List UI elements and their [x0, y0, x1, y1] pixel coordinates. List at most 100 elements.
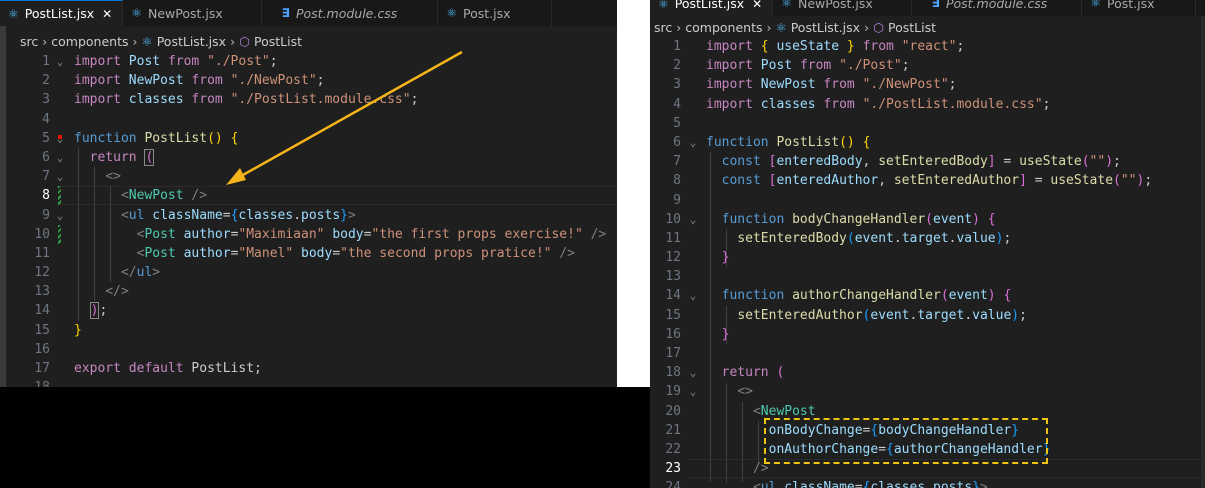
code-line: 12 </ul>	[34, 265, 161, 281]
code-line: 10 ⌄ function bodyChangeHandler(event) {	[650, 210, 1205, 229]
code-line: 14 ⌄ function authorChangeHandler(event) …	[650, 286, 1205, 305]
tab-label: PostList.jsx	[674, 0, 745, 11]
code-line: 21 onBodyChange={bodyChangeHandler}	[665, 422, 1020, 438]
react-icon: ⚛	[781, 0, 792, 10]
react-icon: ⚛	[1090, 0, 1102, 10]
left-editor-pane: ⚛ PostList.jsx ✕ ⚛ NewPost.jsx ∃ Post.module…	[0, 0, 617, 387]
breadcrumb-item[interactable]: src	[20, 34, 38, 49]
tab-post[interactable]: ⚛ Post.jsx	[438, 0, 552, 26]
code-line: 7 const [enteredBody, setEnteredBody] = …	[673, 154, 1121, 170]
tab-label: PostList.jsx	[24, 6, 95, 21]
code-line: 2 import Post from "./Post";	[673, 58, 910, 74]
code-line: 1 ⌄ import Post from "./Post";	[0, 52, 617, 71]
code-line: 9	[673, 192, 681, 208]
symbol-method-icon: ⬡	[239, 33, 250, 49]
chevron-right-icon: ›	[42, 33, 48, 49]
code-line: 5 ⌄ function PostList() {	[0, 129, 617, 148]
code-line: 18 ⌄ return (	[650, 363, 1205, 382]
breadcrumb: src › components › ⚛ PostList.jsx › ⬡ PostLis…	[650, 17, 1205, 37]
code-line: 8 const [enteredAuthor, setEnteredAuthor…	[673, 173, 1153, 189]
code-line: 18	[0, 378, 617, 387]
tab-label: Post.module.css	[295, 5, 398, 21]
code-line: 10 <Post author="Maximiaan" body="the fi…	[34, 226, 607, 242]
chevron-down-icon[interactable]: ⌄	[687, 133, 699, 152]
code-line: 6 ⌄ function PostList() {	[650, 133, 1205, 152]
react-icon: ⚛	[658, 0, 669, 11]
breadcrumb-item[interactable]: src	[654, 20, 672, 35]
window-gap	[617, 0, 650, 387]
code-line: 15 setEnteredAuthor(event.target.value);	[665, 307, 1027, 323]
symbol-method-icon: ⬡	[873, 19, 884, 35]
chevron-down-icon[interactable]: ⌄	[687, 286, 699, 305]
chevron-right-icon: ›	[766, 19, 772, 35]
chevron-down-icon[interactable]: ⌄	[54, 52, 66, 71]
right-tab-bar: ⚛ PostList.jsx ✕ ⚛ NewPost.jsx ∃ Post.module…	[650, 0, 1205, 16]
code-line: 3 import classes from "./PostList.module.…	[42, 92, 419, 108]
tab-label: Post.jsx	[1107, 0, 1155, 11]
tab-post-module-css[interactable]: ∃ Post.module.css	[261, 0, 439, 26]
code-line: 20 <NewPost	[665, 403, 816, 419]
tab-newpost[interactable]: ⚛ NewPost.jsx	[123, 0, 262, 26]
chevron-down-icon[interactable]: ⌄	[687, 363, 699, 382]
tab-post[interactable]: ⚛ Post.jsx	[1082, 0, 1196, 16]
code-editor[interactable]: 1 import { useState } from "react"; 2 impo…	[650, 37, 1205, 488]
react-icon: ⚛	[141, 33, 153, 49]
chevron-right-icon: ›	[864, 19, 870, 35]
tab-post-module-css[interactable]: ∃ Post.module.css	[911, 0, 1083, 16]
close-icon[interactable]: ✕	[102, 7, 112, 21]
breadcrumb-item[interactable]: components	[51, 34, 128, 49]
code-line: 17 export default PostList;	[34, 361, 262, 376]
react-icon: ⚛	[131, 6, 142, 20]
empty-black-area	[0, 387, 650, 488]
breadcrumb-item[interactable]: PostList	[888, 20, 936, 35]
code-editor[interactable]: 1 ⌄ import Post from "./Post"; 2 import New…	[0, 52, 617, 387]
code-line: 15}	[34, 322, 82, 338]
breadcrumb: src › components › ⚛ PostList.jsx › ⬡ PostLis…	[0, 31, 617, 51]
code-line: 13	[665, 269, 681, 285]
code-line: 11 setEnteredBody(event.target.value);	[665, 230, 1012, 246]
tab-postlist[interactable]: ⚛ PostList.jsx ✕	[0, 0, 124, 26]
code-line: 13 </>	[34, 284, 129, 300]
code-line: 12 }	[665, 250, 730, 266]
close-icon[interactable]: ✕	[752, 0, 762, 11]
css-icon: ∃	[931, 0, 940, 10]
breadcrumb-item[interactable]: PostList.jsx	[157, 34, 226, 49]
tab-label: Post.module.css	[945, 0, 1048, 11]
chevron-down-icon[interactable]: ⌄	[687, 382, 699, 401]
left-tab-bar: ⚛ PostList.jsx ✕ ⚛ NewPost.jsx ∃ Post.module…	[0, 0, 617, 26]
tab-newpost[interactable]: ⚛ NewPost.jsx	[773, 0, 912, 16]
code-line: 22 onAuthorChange={authorChangeHandler}	[665, 441, 1051, 457]
chevron-down-icon[interactable]: ⌄	[54, 206, 66, 225]
breadcrumb-item[interactable]: PostList	[254, 34, 302, 49]
chevron-down-icon[interactable]: ⌄	[687, 478, 699, 488]
react-icon: ⚛	[775, 19, 787, 35]
chevron-right-icon: ›	[676, 19, 682, 35]
code-line: 2 import NewPost from "./NewPost";	[42, 73, 325, 89]
tab-postlist[interactable]: ⚛ PostList.jsx ✕	[650, 0, 774, 16]
code-line: 8 <NewPost />	[42, 188, 208, 204]
chevron-down-icon[interactable]: ⌄	[54, 167, 66, 186]
tab-label: Post.jsx	[463, 5, 511, 21]
chevron-down-icon[interactable]: ⌄	[54, 129, 66, 148]
right-editor-pane: ⚛ PostList.jsx ✕ ⚛ NewPost.jsx ∃ Post.module…	[650, 0, 1205, 488]
code-line: 3 import NewPost from "./NewPost";	[673, 77, 957, 93]
code-line: 16 }	[665, 326, 730, 342]
react-icon: ⚛	[8, 6, 19, 21]
breadcrumb-item[interactable]: components	[685, 20, 762, 35]
code-line: 9 ⌄ <ul className={classes.posts}>	[0, 206, 617, 225]
code-line: 24 ⌄ <ul className={classes.posts}>	[650, 478, 1205, 488]
code-line: 23 />	[665, 461, 769, 477]
chevron-right-icon: ›	[132, 33, 138, 49]
code-line: 17	[665, 346, 681, 361]
chevron-down-icon[interactable]: ⌄	[687, 210, 699, 229]
code-line: 19 ⌄ <>	[650, 382, 1205, 401]
tab-label: NewPost.jsx	[147, 5, 223, 21]
code-line: 11 <Post author="Manel" body="the second…	[34, 245, 575, 261]
chevron-down-icon[interactable]: ⌄	[54, 148, 66, 167]
code-line: 1 import { useState } from "react";	[673, 39, 965, 54]
code-line: 6 ⌄ return (	[0, 148, 617, 167]
code-line: 5	[673, 115, 681, 131]
tab-label: NewPost.jsx	[797, 0, 873, 11]
chevron-right-icon: ›	[230, 33, 236, 49]
breadcrumb-item[interactable]: PostList.jsx	[791, 20, 860, 35]
